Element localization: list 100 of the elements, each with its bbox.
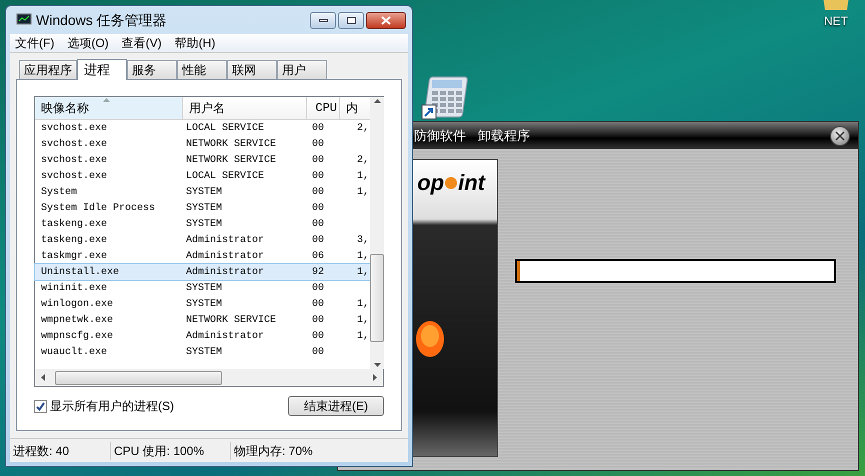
process-row[interactable]: Uninstall.exe Administrator 92 1, [35, 264, 370, 280]
table-cell-text: 00 [311, 170, 326, 184]
menu-item[interactable]: 查看(V) [122, 34, 162, 52]
process-row[interactable]: winlogon.exe SYSTEM 00 1, [35, 296, 370, 312]
table-cell-text: NETWORK SERVICE [185, 154, 278, 168]
table-cell-text: 00 [311, 234, 326, 248]
table-cell-text: svchost.exe [40, 138, 108, 152]
status-text: CPU 使用: 100% [110, 442, 230, 460]
process-row[interactable]: taskeng.exe SYSTEM 00 [35, 216, 370, 232]
table-cell-text: taskeng.exe [40, 234, 108, 248]
table-cell-text: Uninstall.exe [40, 266, 120, 280]
process-row[interactable]: svchost.exe NETWORK SERVICE 00 2, [35, 152, 370, 168]
window-title: 卸载程序 [478, 126, 530, 145]
menu-item[interactable]: 选项(O) [67, 34, 109, 52]
table-cell-text: SYSTEM [185, 346, 224, 360]
tab[interactable]: 用户 [277, 60, 327, 79]
table-cell-text: 1, [356, 186, 370, 200]
close-button[interactable] [830, 126, 850, 146]
column-header[interactable]: 映像名称 [35, 97, 182, 119]
scroll-thumb[interactable] [55, 370, 222, 384]
logo-text: int [458, 169, 485, 197]
window-title: 防御软件 [414, 126, 466, 145]
table-cell-text: winlogon.exe [40, 298, 114, 312]
tab[interactable]: 进程 [77, 59, 127, 80]
scroll-down-icon [374, 363, 380, 367]
table-cell-text: SYSTEM [185, 218, 224, 232]
table-cell-text: 00 [311, 314, 326, 328]
table-cell-text: 00 [311, 218, 326, 232]
process-row[interactable]: wininit.exe SYSTEM 00 [35, 280, 370, 296]
process-row[interactable]: wmpnscfg.exe Administrator 00 1, [35, 328, 370, 344]
tab[interactable]: 应用程序 [19, 60, 77, 79]
minimize-button[interactable] [310, 12, 336, 28]
table-cell-text: taskeng.exe [40, 218, 108, 232]
maximize-icon [346, 16, 356, 24]
close-icon [835, 130, 845, 140]
table-cell-text: svchost.exe [40, 122, 108, 136]
table-cell-text: taskmgr.exe [40, 250, 108, 264]
horizontal-scrollbar[interactable] [35, 369, 383, 386]
table-cell-text: Administrator [185, 250, 266, 264]
maximize-button[interactable] [338, 12, 364, 28]
minimize-icon [318, 18, 328, 22]
window-title: Windows 任务管理器 [36, 10, 167, 30]
table-cell-text: Administrator [185, 234, 266, 248]
ball-icon [444, 176, 458, 190]
table-cell-text: 00 [311, 186, 326, 200]
table-cell-text: SYSTEM [185, 298, 224, 312]
table-cell-text: 1, [356, 298, 370, 312]
table-cell-text: LOCAL SERVICE [185, 170, 266, 184]
table-cell-text: svchost.exe [40, 170, 108, 184]
sphere-drawing [415, 320, 445, 358]
table-cell-text: 00 [311, 298, 326, 312]
table-cell-text: System [40, 186, 78, 200]
checkbox-label: 显示所有用户的进程(S) [50, 398, 174, 415]
table-cell-text: wininit.exe [40, 282, 108, 296]
status-text: 进程数: 40 [12, 442, 70, 460]
column-header[interactable]: 用户名 [182, 97, 306, 119]
column-header[interactable]: CPU [306, 97, 339, 119]
tab[interactable]: 服务 [127, 60, 177, 79]
table-cell-text: NETWORK SERVICE [185, 314, 278, 328]
table-cell-text: 1, [356, 170, 370, 184]
process-row[interactable]: taskmgr.exe Administrator 06 1, [35, 248, 370, 264]
table-cell-text: NETWORK SERVICE [185, 138, 278, 152]
scroll-right-icon [373, 374, 377, 381]
checkbox[interactable] [34, 400, 47, 412]
icon-label: NET [824, 13, 848, 30]
table-cell-text: 00 [311, 330, 326, 344]
table-cell-text: LOCAL SERVICE [185, 122, 266, 136]
table-cell-text: 1, [356, 266, 370, 280]
process-row[interactable]: svchost.exe LOCAL SERVICE 00 1, [35, 168, 370, 184]
close-button[interactable] [366, 12, 406, 28]
vertical-scrollbar[interactable] [370, 97, 384, 369]
table-cell-text: wmpnetwk.exe [40, 314, 114, 328]
table-cell-text: wuauclt.exe [40, 346, 108, 360]
table-cell-text: 00 [311, 282, 326, 296]
menu-item[interactable]: 文件(F) [15, 34, 54, 52]
menu-item[interactable]: 帮助(H) [174, 34, 216, 52]
table-cell-text: SYSTEM [185, 282, 224, 296]
process-row[interactable]: wuauclt.exe SYSTEM 00 [35, 344, 370, 360]
process-row[interactable]: wmpnetwk.exe NETWORK SERVICE 00 1, [35, 312, 370, 328]
scroll-thumb[interactable] [370, 254, 384, 342]
process-row[interactable]: System Idle Process SYSTEM 00 [35, 200, 370, 216]
table-cell-text: 1, [356, 250, 370, 264]
table-cell-text: 92 [311, 266, 326, 280]
logo-text: op [417, 169, 444, 197]
table-cell-text: 1, [356, 314, 370, 328]
process-row[interactable]: svchost.exe NETWORK SERVICE 00 [35, 136, 370, 152]
table-cell-text: Administrator [185, 330, 266, 344]
table-cell-text: 00 [311, 202, 326, 216]
tab[interactable]: 性能 [177, 60, 227, 79]
table-cell-text: 2, [356, 122, 370, 136]
end-process-button[interactable]: 结束进程(E) [288, 396, 384, 416]
table-cell-text: 00 [311, 154, 326, 168]
tab[interactable]: 联网 [227, 60, 277, 79]
table-cell-text: System Idle Process [40, 202, 156, 216]
checkmark-icon [36, 402, 45, 410]
process-row[interactable]: svchost.exe LOCAL SERVICE 00 2, [35, 120, 370, 136]
table-cell-text: SYSTEM [185, 202, 224, 216]
table-cell-text: wmpnscfg.exe [40, 330, 114, 344]
process-row[interactable]: taskeng.exe Administrator 00 3, [35, 232, 370, 248]
process-row[interactable]: System SYSTEM 00 1, [35, 184, 370, 200]
